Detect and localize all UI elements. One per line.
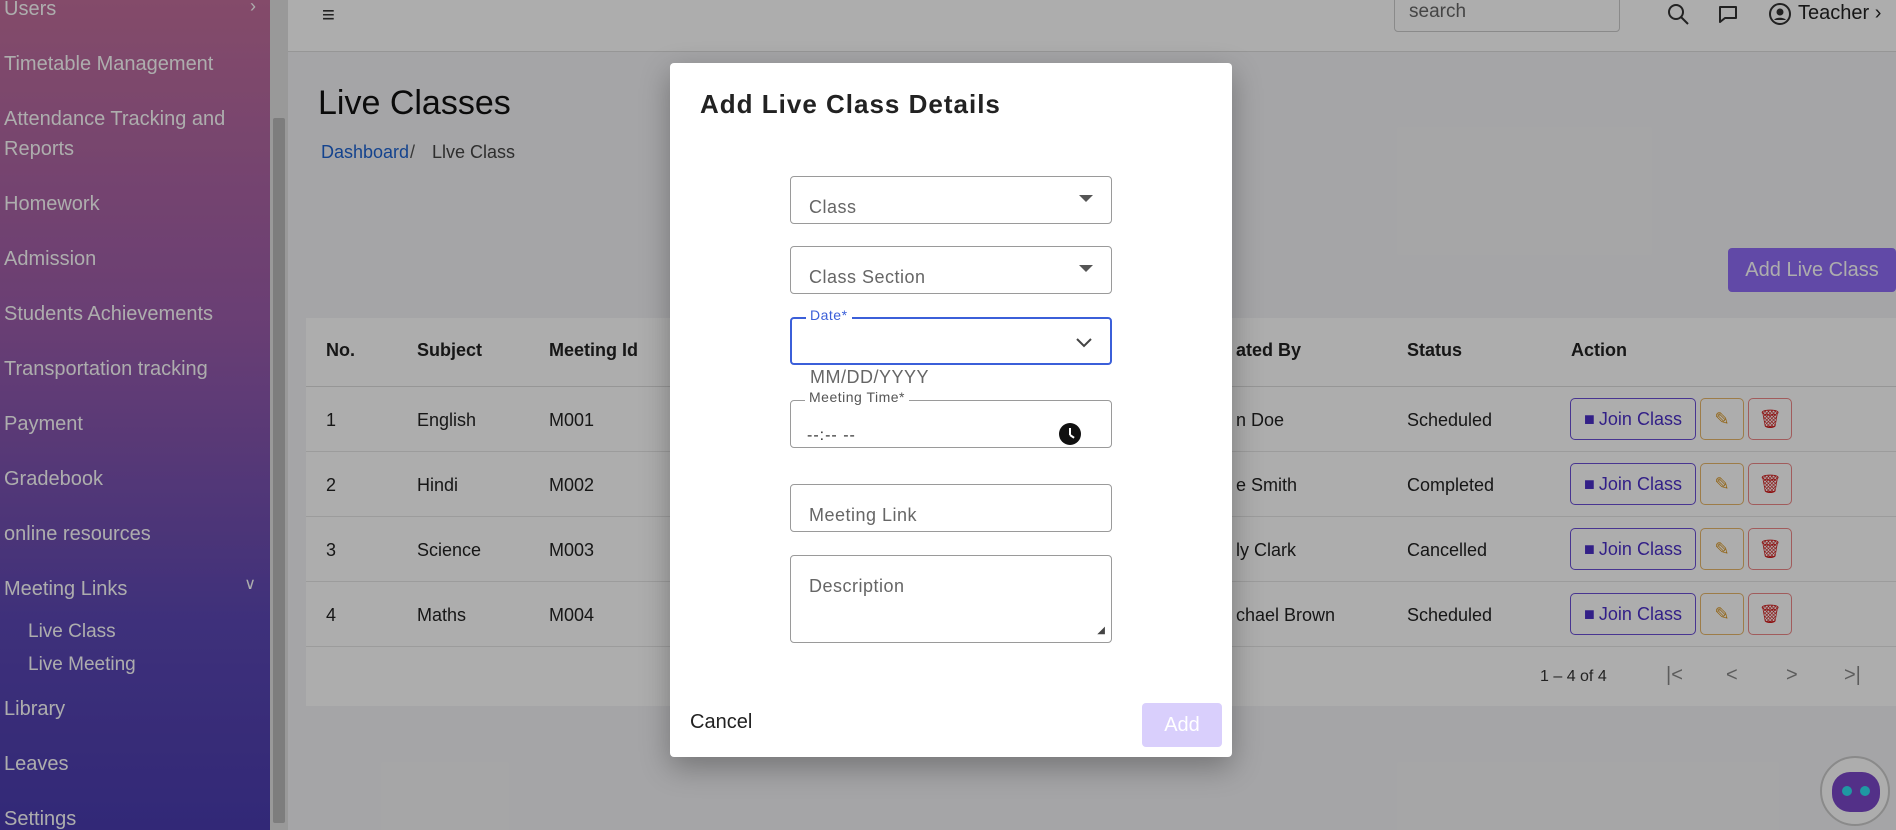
meeting-link-input[interactable]: Meeting Link <box>790 484 1112 532</box>
clock-icon[interactable] <box>1059 423 1081 445</box>
resize-handle-icon[interactable]: ◢ <box>1097 625 1105 636</box>
class-select[interactable]: Class <box>790 176 1112 224</box>
meeting-time-value: --:-- -- <box>807 427 856 444</box>
add-button[interactable]: Add <box>1142 703 1222 747</box>
description-label: Description <box>809 576 905 596</box>
add-live-class-dialog: Add Live Class Details Class Class Secti… <box>670 63 1232 757</box>
meeting-time-label: Meeting Time* <box>805 389 909 405</box>
description-textarea[interactable]: Description ◢ <box>790 555 1112 643</box>
date-label: Date* <box>806 307 852 323</box>
class-section-select[interactable]: Class Section <box>790 246 1112 294</box>
chevron-down-icon[interactable] <box>1076 335 1092 353</box>
class-section-label: Class Section <box>809 267 926 287</box>
meeting-time-input[interactable]: Meeting Time* --:-- -- <box>790 389 1112 448</box>
date-format-hint: MM/DD/YYYY <box>810 367 930 387</box>
dropdown-arrow-icon <box>1079 265 1093 272</box>
dialog-title: Add Live Class Details <box>700 89 1001 119</box>
dropdown-arrow-icon <box>1079 195 1093 202</box>
cancel-button[interactable]: Cancel <box>690 711 752 734</box>
class-select-label: Class <box>809 197 857 217</box>
meeting-link-label: Meeting Link <box>809 505 918 525</box>
date-input[interactable]: Date* <box>790 307 1112 365</box>
